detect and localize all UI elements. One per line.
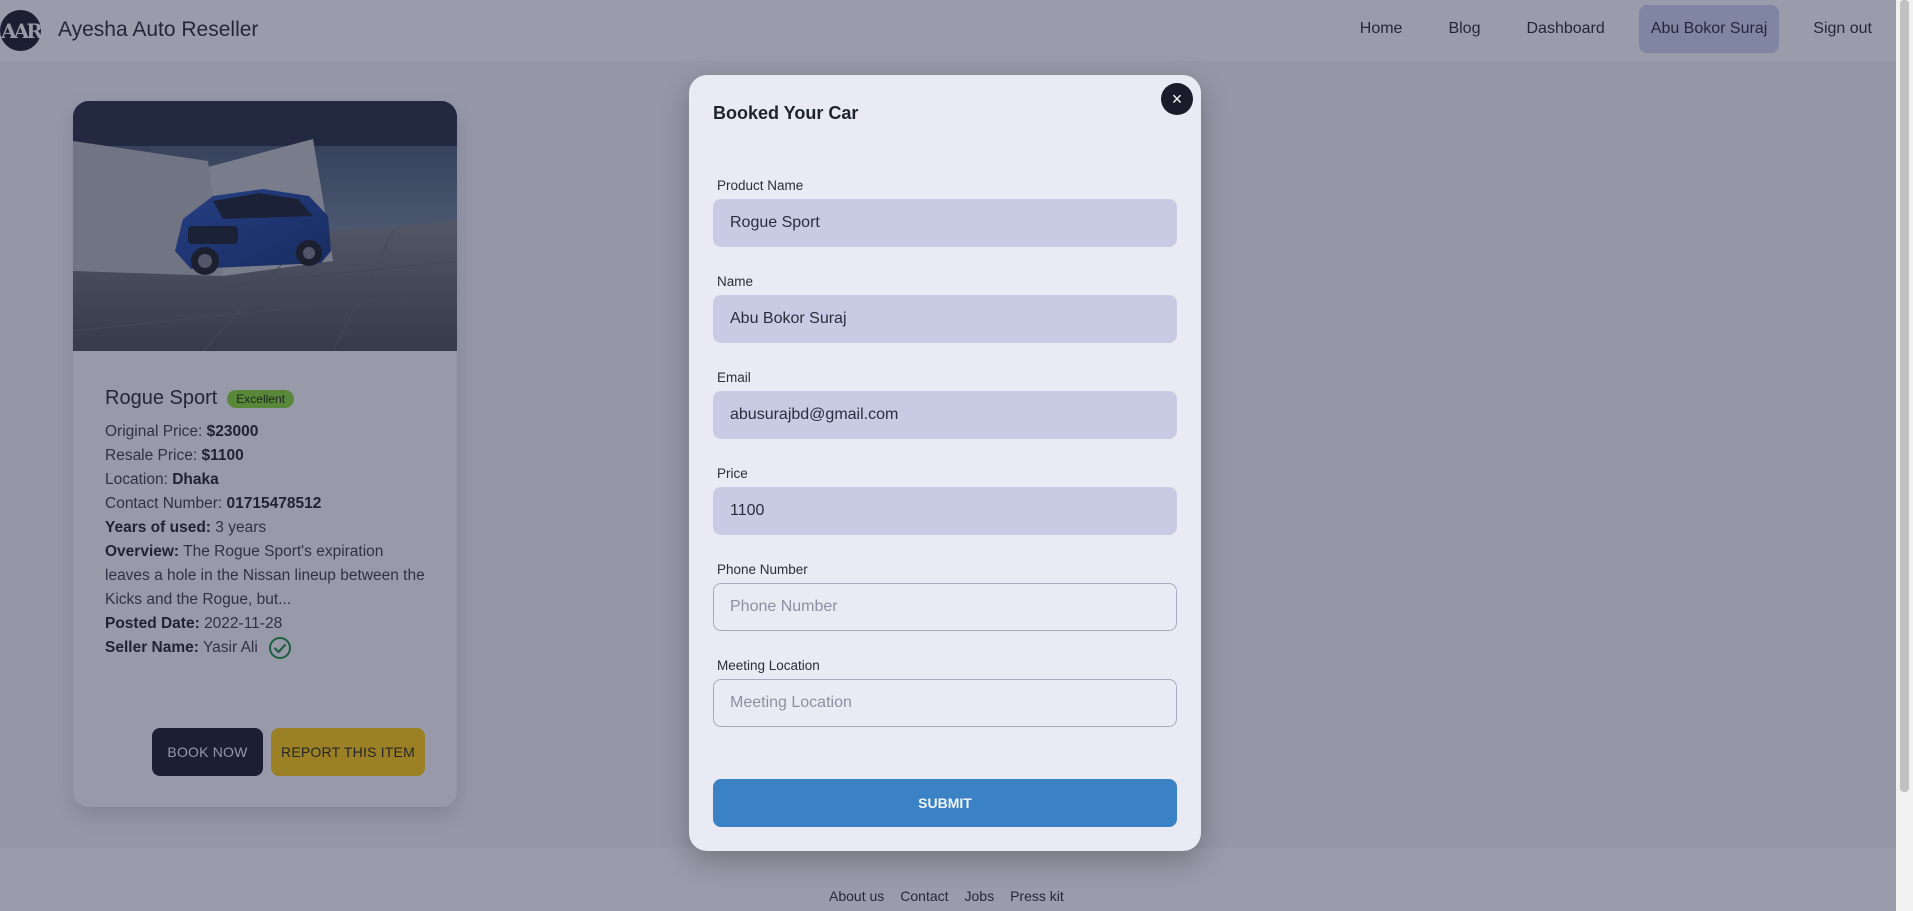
- submit-button[interactable]: SUBMIT: [713, 779, 1177, 827]
- name-field-group: Name: [713, 269, 1177, 343]
- email-label: Email: [717, 370, 751, 385]
- phone-label: Phone Number: [717, 562, 808, 577]
- price-field-group: Price: [713, 461, 1177, 535]
- modal-title: Booked Your Car: [713, 103, 859, 123]
- price-field[interactable]: [713, 487, 1177, 535]
- scrollbar-thumb[interactable]: [1900, 0, 1909, 792]
- name-field[interactable]: [713, 295, 1177, 343]
- email-field-group: Email: [713, 365, 1177, 439]
- booking-modal: × Booked Your Car Product Name Name Emai…: [689, 75, 1201, 851]
- name-label: Name: [717, 274, 754, 289]
- email-field[interactable]: [713, 391, 1177, 439]
- page-scrollbar[interactable]: [1896, 0, 1913, 911]
- meeting-location-input[interactable]: [713, 679, 1177, 727]
- meeting-location-label: Meeting Location: [717, 658, 820, 673]
- product-name-label: Product Name: [717, 178, 804, 193]
- price-label: Price: [717, 466, 748, 481]
- product-name-field-group: Product Name: [713, 173, 1177, 247]
- close-icon[interactable]: ×: [1161, 83, 1193, 115]
- product-name-field[interactable]: [713, 199, 1177, 247]
- phone-field-group: Phone Number: [713, 557, 1177, 631]
- phone-number-input[interactable]: [713, 583, 1177, 631]
- meeting-location-field-group: Meeting Location: [713, 653, 1177, 727]
